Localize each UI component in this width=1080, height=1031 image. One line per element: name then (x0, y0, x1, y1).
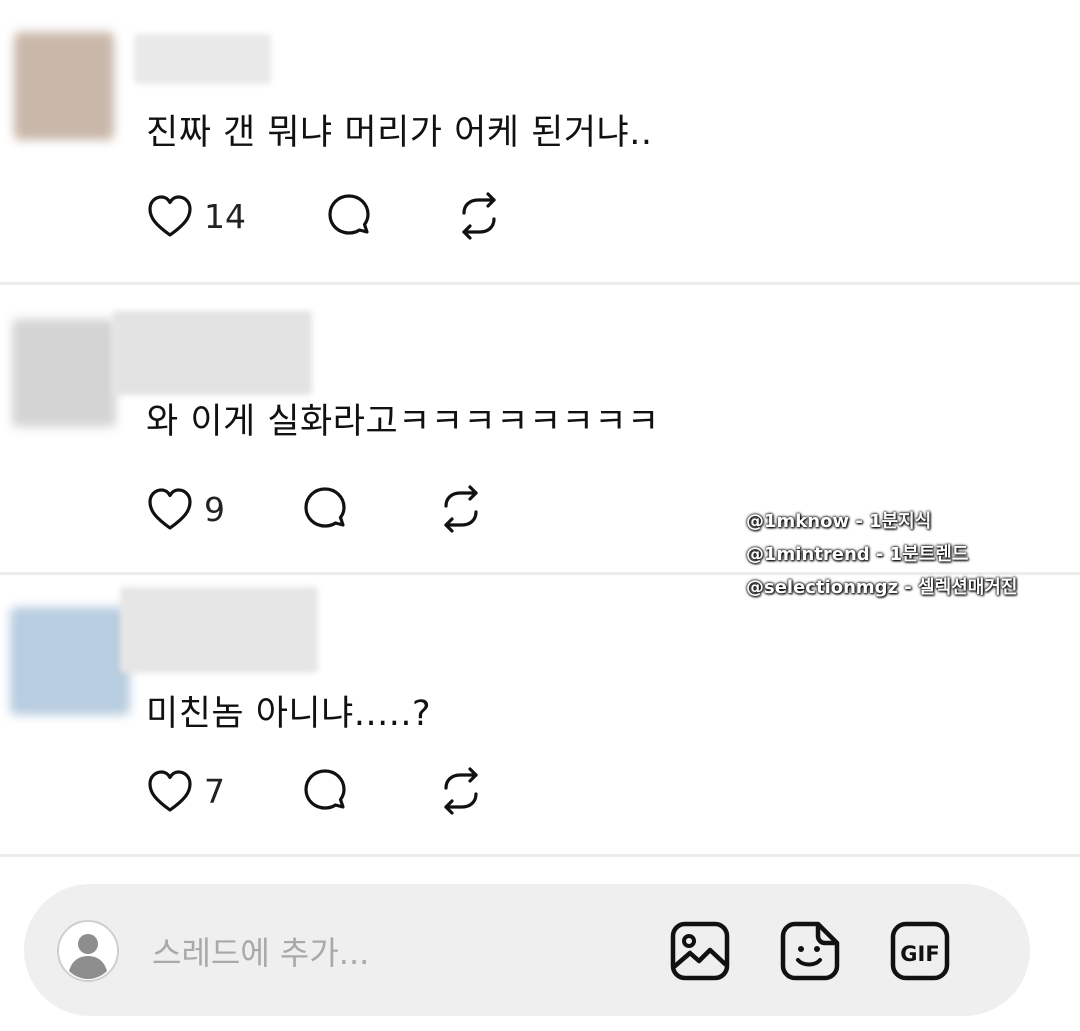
repost-button[interactable] (436, 483, 486, 535)
reply-button[interactable] (300, 765, 350, 817)
comment-bubble-icon (304, 769, 346, 810)
reply-button[interactable] (324, 190, 374, 242)
comment-item: 미친놈 아니냐.....? 7 (0, 575, 1080, 855)
avatar[interactable] (12, 319, 116, 427)
like-count: 9 (204, 489, 225, 529)
watermark: @1mknow - 1분지식 @1mintrend - 1분트렌드 @selec… (746, 505, 1017, 604)
image-icon[interactable] (668, 919, 732, 983)
repost-button[interactable] (436, 765, 486, 817)
heart-icon (148, 770, 192, 812)
repost-icon (444, 485, 478, 533)
heart-icon (148, 488, 192, 530)
gif-icon[interactable]: GIF (888, 919, 952, 983)
like-count: 14 (204, 196, 246, 236)
username-blurred[interactable] (134, 34, 271, 84)
comment-bubble-icon (304, 487, 346, 528)
watermark-line: @1mknow - 1분지식 (746, 511, 932, 532)
repost-icon (444, 767, 478, 815)
comment-text: 와 이게 실화라고ㅋㅋㅋㅋㅋㅋㅋㅋ (146, 402, 660, 442)
avatar[interactable] (10, 607, 130, 715)
like-count: 7 (204, 771, 225, 811)
reply-button[interactable] (300, 483, 350, 535)
like-button[interactable]: 9 (146, 483, 225, 535)
reply-composer[interactable]: 스레드에 추가... GIF (24, 884, 1030, 1016)
divider (0, 854, 1080, 857)
username-blurred[interactable] (120, 587, 318, 673)
username-blurred[interactable] (112, 311, 312, 395)
comment-bubble-icon (328, 194, 370, 235)
watermark-line: @selectionmgz - 셀렉션매거진 (746, 577, 1018, 598)
comment-text: 미친놈 아니냐.....? (146, 694, 432, 734)
user-avatar-icon[interactable] (56, 919, 120, 983)
comment-item: 진짜 갠 뭐냐 머리가 어케 된거냐.. 14 (0, 0, 1080, 284)
gif-label: GIF (900, 942, 939, 966)
sticker-icon[interactable] (778, 919, 842, 983)
like-button[interactable]: 7 (146, 765, 225, 817)
like-button[interactable]: 14 (146, 190, 246, 242)
composer-placeholder[interactable]: 스레드에 추가... (152, 928, 369, 974)
comment-text: 진짜 갠 뭐냐 머리가 어케 된거냐.. (146, 113, 653, 153)
repost-button[interactable] (454, 190, 504, 242)
avatar[interactable] (14, 32, 114, 140)
watermark-line: @1mintrend - 1분트렌드 (746, 544, 969, 565)
heart-icon (148, 195, 192, 237)
repost-icon (462, 192, 496, 240)
